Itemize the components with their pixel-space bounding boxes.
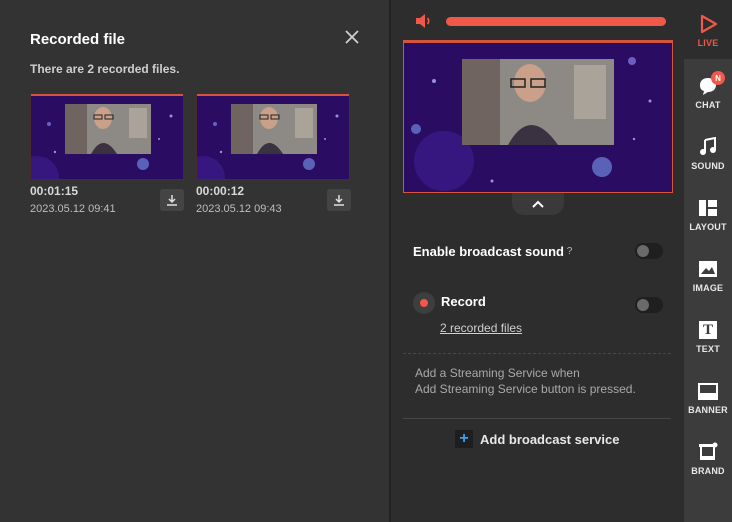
toolbar-layout-label: LAYOUT — [689, 222, 727, 232]
close-button[interactable] — [340, 25, 364, 49]
music-note-icon — [697, 136, 719, 158]
toolbar-brand[interactable]: BRAND — [684, 441, 732, 476]
toolbar-live[interactable]: LIVE — [684, 13, 732, 48]
recording-date: 2023.05.12 09:43 — [196, 203, 282, 215]
download-button[interactable] — [160, 189, 184, 211]
broadcast-sound-toggle[interactable] — [635, 243, 663, 259]
add-broadcast-service-label: Add broadcast service — [480, 431, 620, 447]
toolbar-text[interactable]: T TEXT — [684, 319, 732, 354]
recorded-file-panel — [0, 0, 389, 522]
toolbar-sound[interactable]: SOUND — [684, 136, 732, 171]
info-text-line1: Add a Streaming Service when — [415, 366, 580, 380]
download-button[interactable] — [327, 189, 351, 211]
broadcast-preview-image — [404, 41, 672, 192]
image-icon — [697, 258, 719, 280]
toolbar-banner-label: BANNER — [688, 405, 728, 415]
toolbar-brand-label: BRAND — [691, 466, 725, 476]
record-status-indicator — [413, 292, 435, 314]
toolbar-text-label: TEXT — [696, 344, 720, 354]
toolbar-image[interactable]: IMAGE — [684, 258, 732, 293]
section-divider — [403, 353, 671, 354]
close-icon — [345, 30, 359, 44]
collapse-preview-button[interactable] — [512, 193, 564, 215]
chevron-up-icon — [532, 200, 544, 208]
help-icon[interactable]: ? — [562, 244, 577, 259]
help-glyph: ? — [566, 246, 573, 257]
recorded-files-link[interactable]: 2 recorded files — [440, 321, 522, 335]
toolbar-image-label: IMAGE — [692, 283, 724, 293]
broadcast-sound-label: Enable broadcast sound — [413, 244, 564, 259]
toolbar-chat-label: CHAT — [695, 100, 721, 110]
video-thumbnail-image — [31, 94, 183, 179]
section-divider — [403, 418, 671, 419]
panel-title: Recorded file — [30, 31, 126, 48]
toolbar-live-label: LIVE — [697, 38, 719, 48]
recording-duration: 00:00:12 — [196, 184, 245, 198]
toolbar-sound-label: SOUND — [691, 161, 725, 171]
record-dot-icon — [420, 299, 428, 307]
speaker-icon — [416, 14, 430, 28]
brand-icon — [697, 441, 719, 463]
banner-icon — [697, 380, 719, 402]
play-icon — [697, 13, 719, 35]
toolbar-chat[interactable]: N CHAT — [684, 71, 732, 110]
recording-duration: 00:01:15 — [30, 184, 79, 198]
recording-date: 2023.05.12 09:41 — [30, 203, 116, 215]
record-toggle[interactable] — [635, 297, 663, 313]
recorded-count: There are 2 recorded files. — [30, 62, 180, 76]
info-text-line2: Add Streaming Service button is pressed. — [415, 382, 636, 396]
broadcast-preview — [403, 40, 673, 193]
recorded-thumbnail[interactable] — [30, 93, 184, 180]
chat-icon: N — [697, 71, 725, 97]
chat-new-badge: N — [711, 71, 725, 85]
text-glyph: T — [699, 321, 717, 339]
recorded-thumbnail[interactable] — [196, 93, 350, 180]
download-icon — [334, 195, 344, 206]
download-icon — [167, 195, 177, 206]
toolbar-banner[interactable]: BANNER — [684, 380, 732, 415]
plus-icon: + — [455, 430, 473, 448]
layout-icon — [697, 197, 719, 219]
toolbar-layout[interactable]: LAYOUT — [684, 197, 732, 232]
record-label: Record — [441, 294, 486, 309]
volume-button[interactable] — [414, 11, 434, 31]
text-icon: T — [697, 319, 719, 341]
add-broadcast-service-button[interactable]: + Add broadcast service — [455, 430, 619, 448]
video-thumbnail-image — [197, 94, 349, 179]
volume-slider[interactable] — [446, 17, 666, 26]
